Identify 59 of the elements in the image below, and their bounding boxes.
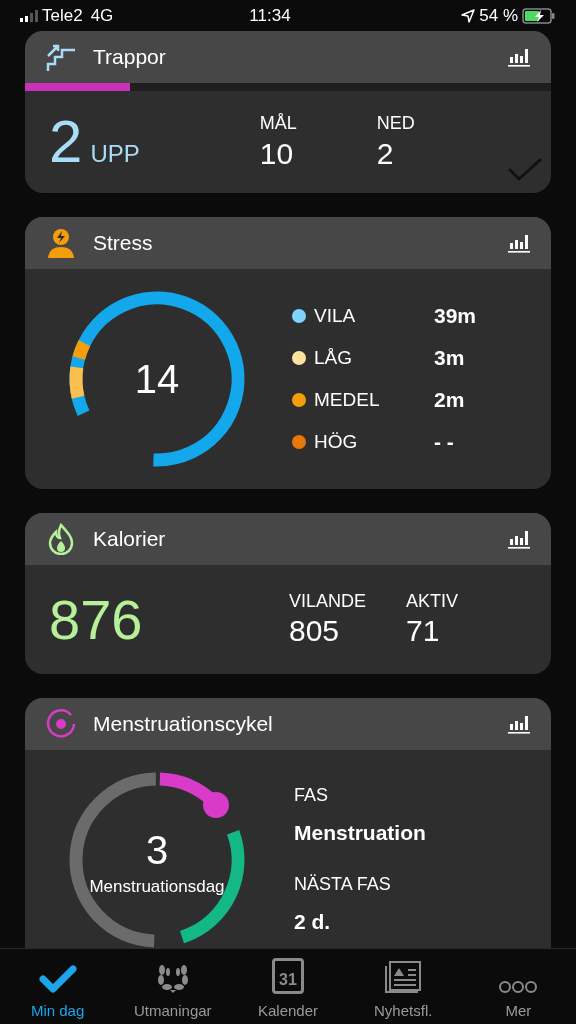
next-phase-value: 2 d. xyxy=(294,908,332,935)
card-title: Stress xyxy=(93,230,153,257)
person-icon xyxy=(45,227,77,259)
chart-icon[interactable] xyxy=(507,47,531,67)
carrier: Tele2 xyxy=(42,4,83,27)
legend-value: 3m xyxy=(434,345,465,372)
cycle-card[interactable]: Menstruationscykel 3 Menstruationsdag FAS Menstruation NÄSTA FAS 2 d. xyxy=(25,698,551,948)
card-title: Menstruationscykel xyxy=(93,711,273,738)
stat-value: 805 xyxy=(289,613,341,649)
tab-bar-item[interactable]: Utmaningar xyxy=(115,949,231,1024)
legend-value: 39m xyxy=(434,303,477,330)
network-type: 4G xyxy=(90,4,114,27)
calories-value: 876 xyxy=(49,591,144,648)
flame-icon xyxy=(48,523,74,555)
stress-score: 14 xyxy=(134,356,180,403)
card-title: Kalorier xyxy=(93,526,166,553)
cycle-icon xyxy=(45,708,77,740)
card-title: Trappor xyxy=(93,44,166,71)
stat-label: NED xyxy=(376,112,415,135)
phase-value: Menstruation xyxy=(294,820,426,846)
legend-label: HÖG xyxy=(314,429,359,454)
tab-bar-item[interactable]: Min dag xyxy=(0,949,116,1024)
stairs-card[interactable]: Trappor 2 UPP MÅL 10 NED 2 xyxy=(25,31,551,193)
stairs-value: 2 xyxy=(49,112,83,172)
legend-label: VILA xyxy=(314,303,357,328)
battery-percent: 54 % xyxy=(479,4,518,27)
stairs-icon xyxy=(45,42,77,72)
legend-value: 2m xyxy=(434,387,465,414)
tab-bar-item[interactable]: Mer xyxy=(460,949,576,1024)
legend-value: - - xyxy=(434,429,454,456)
legend-label: MEDEL xyxy=(314,387,381,412)
legend-label: LÅG xyxy=(314,345,354,370)
stat-label: VILANDE xyxy=(289,589,367,612)
stat-value: 71 xyxy=(406,613,441,649)
stat-label: MÅL xyxy=(259,112,297,135)
tab-bar-item[interactable]: 31 Kalender xyxy=(230,949,346,1024)
checkmark-icon xyxy=(507,155,543,183)
next-phase-label: NÄSTA FAS xyxy=(294,872,392,896)
battery-icon xyxy=(522,7,556,24)
newspaper-icon xyxy=(384,959,423,994)
tab-bar-item[interactable]: Nyhetsfl. xyxy=(345,949,461,1024)
location-icon xyxy=(461,8,476,23)
phase-label: FAS xyxy=(294,784,329,807)
stairs-unit: UPP xyxy=(90,139,140,169)
signal-icon xyxy=(20,9,38,22)
checkmark-icon xyxy=(38,963,77,994)
chart-icon[interactable] xyxy=(507,233,531,253)
more-icon xyxy=(498,979,539,994)
chart-icon[interactable] xyxy=(507,714,531,734)
chart-icon[interactable] xyxy=(507,529,531,549)
clock: 11:34 xyxy=(249,4,291,27)
calendar-day: 31 xyxy=(279,971,297,988)
stat-label: AKTIV xyxy=(406,589,459,612)
stat-value: 10 xyxy=(259,135,295,172)
stress-card[interactable]: Stress 14 VILA 39m LÅG 3m MEDEL 2m HÖG - - xyxy=(25,217,551,489)
cycle-day-label: Menstruationsdag xyxy=(89,876,225,899)
stat-value: 2 xyxy=(376,135,395,172)
cycle-day: 3 xyxy=(145,830,169,871)
calories-card[interactable]: Kalorier 876 VILANDE 805 AKTIV 71 xyxy=(25,513,551,674)
